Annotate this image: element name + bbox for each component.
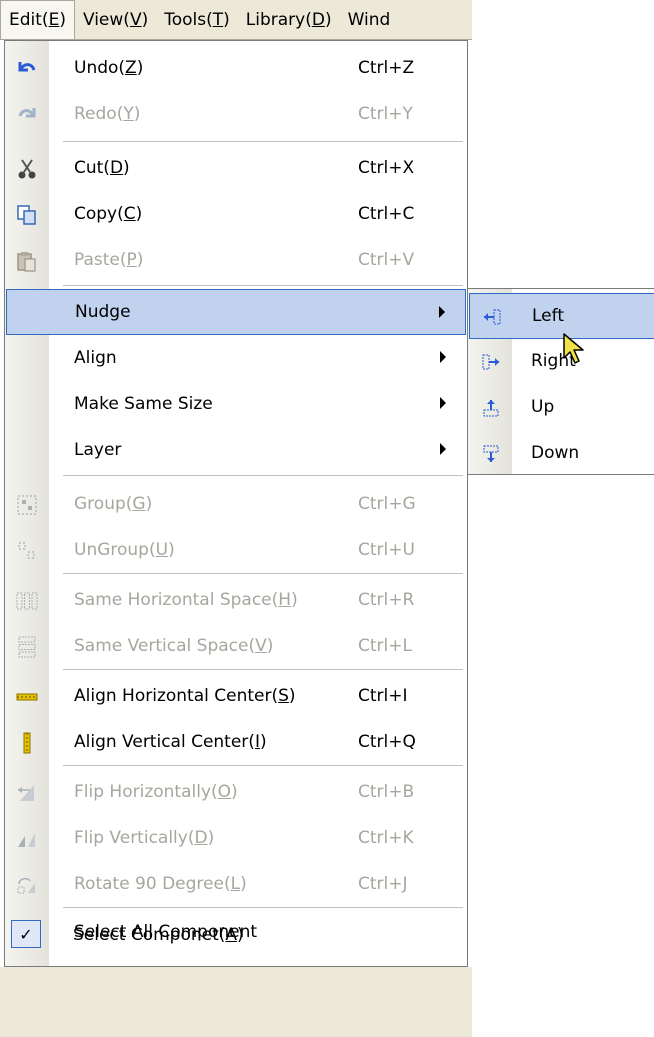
submenu-arrow-icon: [439, 306, 445, 318]
shortcut-cut: Ctrl+X: [358, 158, 415, 178]
menu-separator: [63, 907, 463, 908]
menu-item-align-vertical-center[interactable]: Align Vertical Center(I) Ctrl+Q: [6, 719, 466, 765]
menu-item-rotate-90[interactable]: Rotate 90 Degree(L) Ctrl+J: [6, 861, 466, 907]
mouse-pointer-icon: [562, 332, 588, 371]
menu-item-layer[interactable]: Layer: [6, 427, 466, 473]
nudge-up-icon: [481, 398, 501, 418]
menu-item-align-horizontal-center[interactable]: Align Horizontal Center(S) Ctrl+I: [6, 673, 466, 719]
shortcut-group: Ctrl+G: [358, 494, 416, 514]
menu-separator: [63, 475, 463, 476]
nudge-submenu: Left Right Up Down: [467, 288, 654, 475]
checkmark-icon: ✓: [11, 920, 41, 948]
shortcut-same-horizontal-space: Ctrl+R: [358, 590, 415, 610]
shortcut-ungroup: Ctrl+U: [358, 540, 415, 560]
paste-icon: [16, 250, 38, 272]
shortcut-copy: Ctrl+C: [358, 204, 415, 224]
menu-separator: [63, 669, 463, 670]
shortcut-paste: Ctrl+V: [358, 250, 415, 270]
vertical-space-icon: [16, 636, 38, 658]
menubar-view[interactable]: View(V): [75, 0, 156, 39]
align-vertical-center-icon: [16, 732, 38, 754]
menu-separator: [63, 285, 463, 286]
menubar-library[interactable]: Library(D): [238, 0, 340, 39]
undo-icon: [16, 58, 38, 80]
scissors-icon: [16, 158, 38, 180]
shortcut-align-vertical-center: Ctrl+Q: [358, 732, 416, 752]
menu-item-flip-horizontally[interactable]: Flip Horizontally(O) Ctrl+B: [6, 769, 466, 815]
copy-icon: [16, 204, 38, 226]
flip-vertical-icon: [16, 828, 38, 850]
menu-separator: [63, 573, 463, 574]
submenu-item-down[interactable]: Down: [469, 431, 654, 477]
nudge-left-icon: [482, 307, 502, 327]
menubar-window[interactable]: Wind: [340, 0, 399, 39]
menu-item-align[interactable]: Align: [6, 335, 466, 381]
menu-item-copy[interactable]: Copy(C) Ctrl+C: [6, 191, 466, 237]
nudge-right-icon: [481, 352, 501, 372]
submenu-item-up[interactable]: Up: [469, 385, 654, 431]
menu-item-ungroup[interactable]: UnGroup(U) Ctrl+U: [6, 527, 466, 573]
align-horizontal-center-icon: [16, 686, 38, 708]
menu-item-undo[interactable]: Undo(Z) Ctrl+Z: [6, 45, 466, 91]
menu-item-flip-vertically[interactable]: Flip Vertically(D) Ctrl+K: [6, 815, 466, 861]
menu-item-same-vertical-space[interactable]: Same Vertical Space(V) Ctrl+L: [6, 623, 466, 669]
menubar-tools[interactable]: Tools(T): [156, 0, 238, 39]
shortcut-align-horizontal-center: Ctrl+I: [358, 686, 408, 706]
menubar-edit[interactable]: Edit(E): [0, 0, 75, 39]
menu-item-select-component[interactable]: ✓ Select Componet(A): [5, 912, 467, 958]
shortcut-rotate-90: Ctrl+J: [358, 874, 408, 894]
menu-item-cut[interactable]: Cut(D) Ctrl+X: [6, 145, 466, 191]
shortcut-undo: Ctrl+Z: [358, 58, 415, 78]
submenu-arrow-icon: [440, 443, 446, 455]
menu-item-same-horizontal-space[interactable]: Same Horizontal Space(H) Ctrl+R: [6, 577, 466, 623]
menu-item-paste[interactable]: Paste(P) Ctrl+V: [6, 237, 466, 283]
rotate-icon: [16, 874, 38, 896]
submenu-arrow-icon: [440, 351, 446, 363]
group-icon: [16, 494, 38, 516]
shortcut-flip-horizontally: Ctrl+B: [358, 782, 415, 802]
menu-item-make-same-size[interactable]: Make Same Size: [6, 381, 466, 427]
menu-bar: Edit(E) View(V) Tools(T) Library(D) Wind: [0, 0, 472, 40]
redo-icon: [16, 104, 38, 126]
shortcut-same-vertical-space: Ctrl+L: [358, 636, 412, 656]
nudge-down-icon: [481, 444, 501, 464]
submenu-arrow-icon: [440, 397, 446, 409]
horizontal-space-icon: [16, 590, 38, 612]
shortcut-redo: Ctrl+Y: [358, 104, 413, 124]
menu-item-group[interactable]: Group(G) Ctrl+G: [6, 481, 466, 527]
flip-horizontal-icon: [16, 782, 38, 804]
shortcut-flip-vertically: Ctrl+K: [358, 828, 414, 848]
ungroup-icon: [16, 540, 38, 562]
menu-separator: [63, 765, 463, 766]
menu-separator: [63, 141, 463, 142]
edit-menu: Undo(Z) Ctrl+Z Redo(Y) Ctrl+Y Cut(D) Ctr…: [4, 40, 468, 967]
window-background-strip: [0, 967, 472, 1037]
menu-item-redo[interactable]: Redo(Y) Ctrl+Y: [6, 91, 466, 137]
menu-item-nudge[interactable]: Nudge: [6, 289, 466, 335]
